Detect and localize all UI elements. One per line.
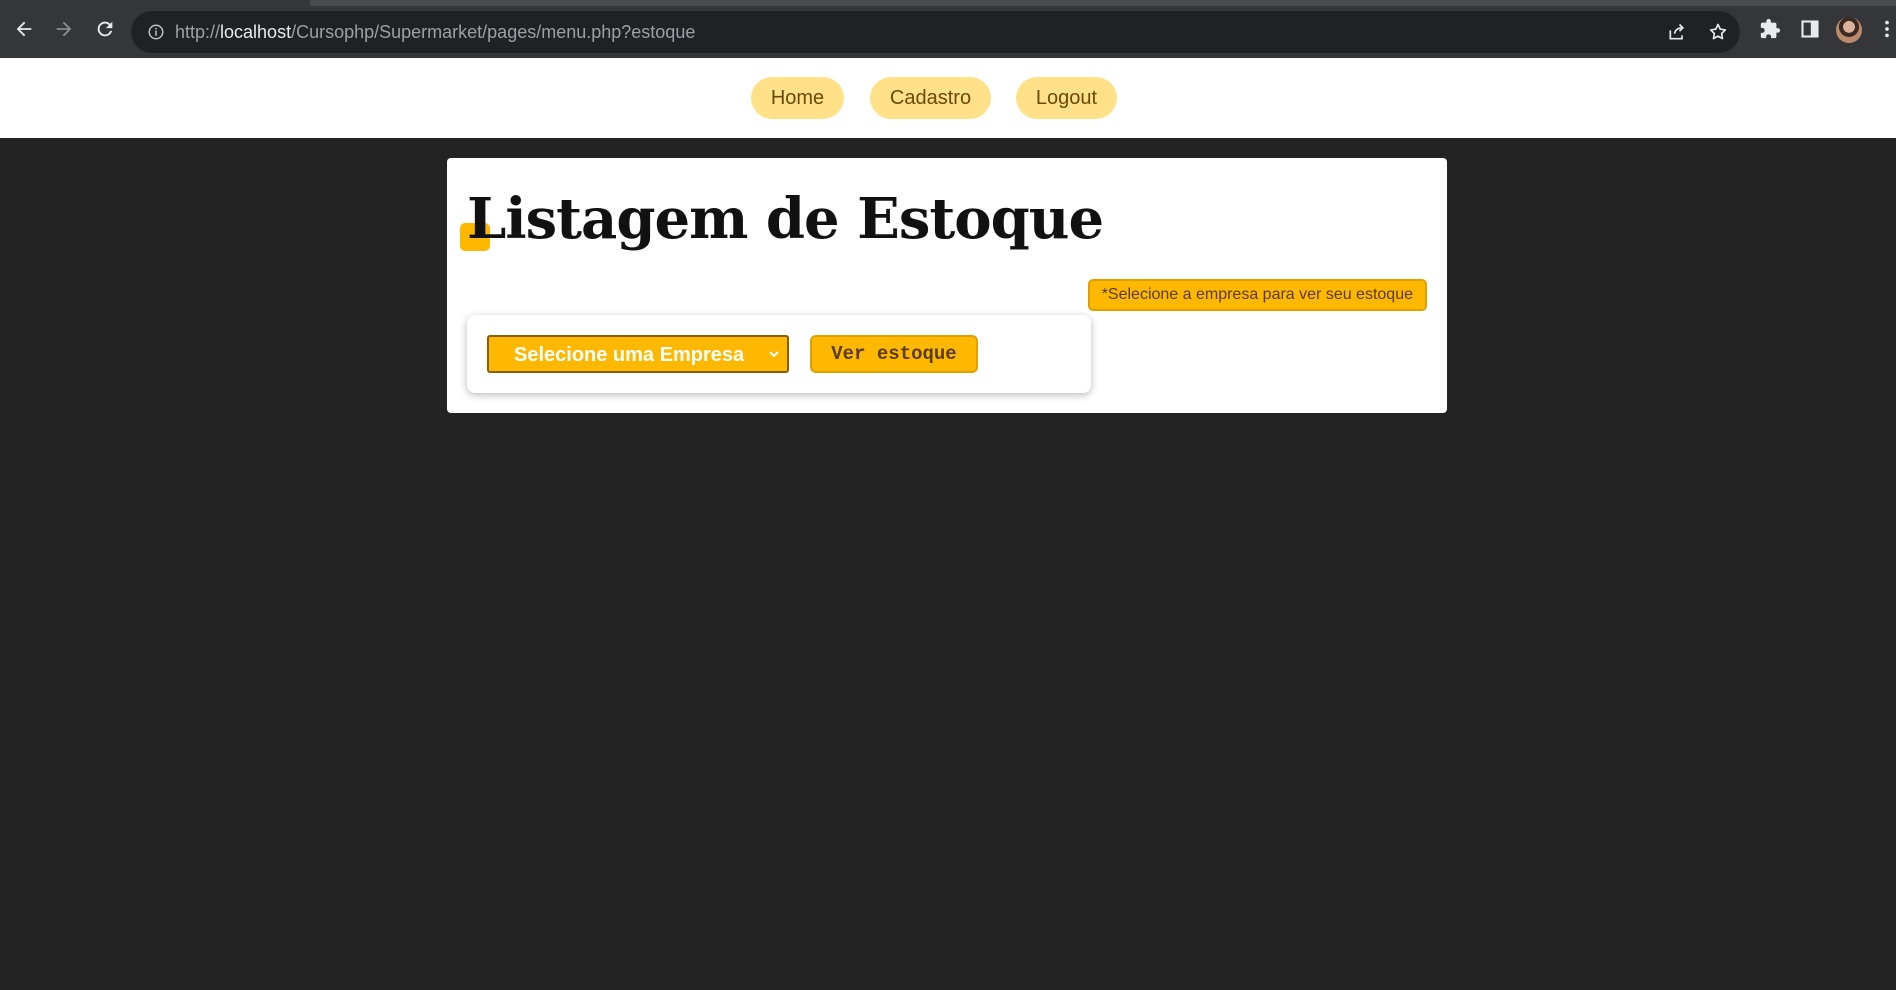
back-icon: [16, 21, 32, 37]
url-path: /Cursophp/Supermarket/pages/menu.php?est…: [291, 22, 696, 42]
extensions-icon[interactable]: [1757, 16, 1783, 42]
avatar[interactable]: [1836, 17, 1862, 43]
star-icon[interactable]: [1707, 21, 1729, 43]
url-host: localhost: [220, 22, 292, 42]
stock-form: Selecione uma Empresa Ver estoque: [467, 315, 1091, 393]
info-icon[interactable]: [145, 21, 167, 43]
site-header: Home Cadastro Logout: [0, 58, 1896, 138]
reload-button[interactable]: [90, 14, 120, 44]
url-text: http://localhost/Cursophp/Supermarket/pa…: [175, 22, 695, 43]
nav-cadastro-link[interactable]: Cadastro: [870, 77, 991, 119]
reload-icon: [97, 21, 113, 37]
menu-icon[interactable]: [1880, 16, 1894, 42]
back-button[interactable]: [9, 14, 39, 44]
page-title: Listagem de Estoque: [467, 186, 1104, 252]
company-select[interactable]: Selecione uma Empresa: [487, 335, 789, 373]
nav-home-link[interactable]: Home: [751, 77, 844, 119]
url-scheme: http://: [175, 22, 221, 42]
nav-logout-link[interactable]: Logout: [1016, 77, 1117, 119]
stock-card: Listagem de Estoque *Selecione a empresa…: [447, 158, 1447, 413]
tab-strip: [310, 0, 1896, 6]
company-select-value: Selecione uma Empresa: [514, 344, 745, 366]
view-stock-button[interactable]: Ver estoque: [810, 335, 978, 373]
share-icon[interactable]: [1666, 21, 1688, 43]
forward-button[interactable]: [49, 14, 79, 44]
browser-toolbar: http://localhost/Cursophp/Supermarket/pa…: [0, 0, 1896, 58]
hint-badge: *Selecione a empresa para ver seu estoqu…: [1087, 279, 1427, 311]
chevron-down-icon: [769, 351, 779, 358]
forward-icon: [56, 21, 72, 37]
side-panel-icon[interactable]: [1797, 16, 1823, 42]
address-bar[interactable]: http://localhost/Cursophp/Supermarket/pa…: [131, 11, 1740, 53]
